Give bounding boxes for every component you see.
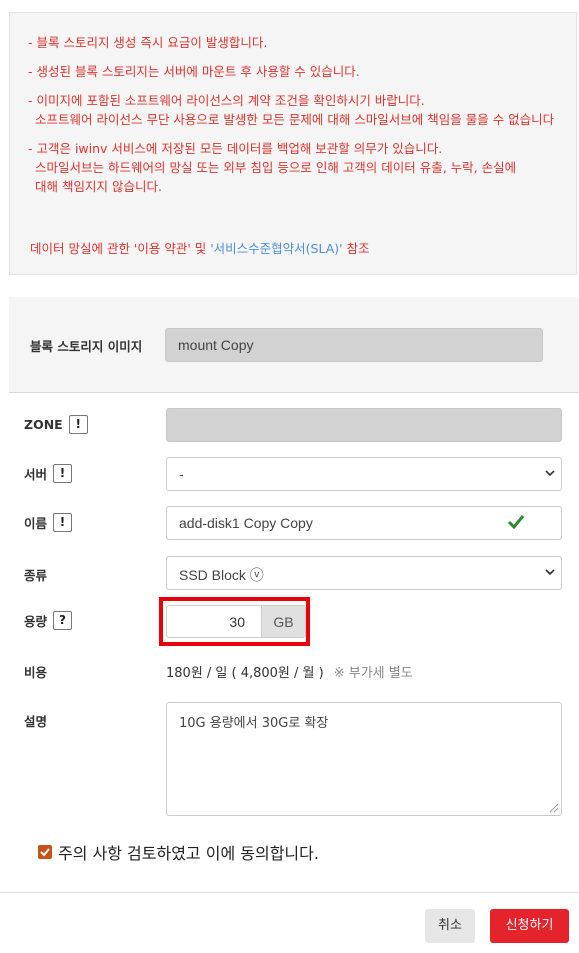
notice-line: - 블록 스토리지 생성 즉시 요금이 발생합니다. xyxy=(28,35,268,50)
footer-prefix: 데이터 망실에 관한 '이용 약관' 및 xyxy=(30,241,211,256)
storage-image-row: 블록 스토리지 이미지 mount Copy xyxy=(9,297,579,393)
notice-line: 대해 책임지지 않습니다. xyxy=(35,179,162,194)
capacity-unit: GB xyxy=(261,606,305,637)
name-label: 이름 xyxy=(24,516,48,531)
resize-grip-icon[interactable] xyxy=(549,803,559,813)
name-input[interactable]: add-disk1 Copy Copy xyxy=(166,506,562,540)
server-label: 서버 xyxy=(24,467,48,482)
description-textarea[interactable]: 10G 용량에서 30G로 확장 xyxy=(166,702,562,816)
name-input-value: add-disk1 Copy Copy xyxy=(179,515,313,531)
divider xyxy=(0,892,579,893)
server-info-icon[interactable]: ! xyxy=(53,464,73,483)
submit-button[interactable]: 신청하기 xyxy=(490,909,569,943)
notice-line: - 고객은 iwinv 서비스에 저장된 모든 데이터를 백업해 보관할 의무가… xyxy=(28,141,443,156)
type-select-value: SSD Block ⓥ xyxy=(179,567,264,583)
type-label-row: 종류 xyxy=(24,565,47,584)
footer-suffix: 참조 xyxy=(342,241,370,256)
notice-box: - 블록 스토리지 생성 즉시 요금이 발생합니다. - 생성된 블록 스토리지… xyxy=(9,12,577,275)
cost-value-row: 180원 / 일 ( 4,800원 / 월 ) ※ 부가세 별도 xyxy=(166,662,413,681)
agree-checkbox[interactable] xyxy=(38,845,52,859)
server-select-value: - xyxy=(179,466,184,482)
capacity-label-row: 용량 ? xyxy=(24,611,73,630)
cost-value: 180원 / 일 ( 4,800원 / 월 ) xyxy=(166,666,324,681)
zone-info-icon[interactable]: ! xyxy=(68,415,88,434)
zone-label-row: ZONE ! xyxy=(24,415,88,434)
notice-line: - 이미지에 포함된 소프트웨어 라이선스의 계약 조건을 확인하시기 바랍니다… xyxy=(28,93,425,108)
sla-link[interactable]: '서비스수준협약서(SLA)' xyxy=(210,241,342,256)
cost-label-row: 비용 xyxy=(24,662,47,681)
name-info-icon[interactable]: ! xyxy=(53,513,73,532)
vat-note: ※ 부가세 별도 xyxy=(333,666,413,681)
storage-image-label: 블록 스토리지 이미지 xyxy=(30,339,143,354)
notice-line: - 생성된 블록 스토리지는 서버에 마운트 후 사용할 수 있습니다. xyxy=(28,64,360,79)
description-text: 10G 용량에서 30G로 확장 xyxy=(179,716,329,731)
description-label: 설명 xyxy=(24,714,48,729)
storage-image-field: mount Copy xyxy=(165,328,543,362)
server-select[interactable]: - xyxy=(166,457,562,491)
notice-footer: 데이터 망실에 관한 '이용 약관' 및 '서비스수준협약서(SLA)' 참조 xyxy=(30,239,370,258)
cancel-button[interactable]: 취소 xyxy=(425,909,475,943)
description-label-row: 설명 xyxy=(24,711,47,730)
zone-label: ZONE xyxy=(24,417,63,432)
capacity-input[interactable]: 30 xyxy=(167,606,261,637)
type-label: 종류 xyxy=(24,568,48,583)
agree-label: 주의 사항 검토하였고 이에 동의합니다. xyxy=(58,844,319,863)
chevron-down-icon xyxy=(545,569,555,576)
capacity-input-group[interactable]: 30 GB xyxy=(166,605,306,638)
cost-label: 비용 xyxy=(24,665,48,680)
check-icon xyxy=(40,848,50,857)
notice-line: 스마일서브는 하드웨어의 망실 또는 외부 침입 등으로 인해 고객의 데이터 … xyxy=(35,160,517,175)
notice-line: 소프트웨어 라이선스 무단 사용으로 발생한 모든 문제에 대해 스마일서브에 … xyxy=(35,112,555,127)
capacity-label: 용량 xyxy=(24,614,48,629)
agree-row[interactable]: 주의 사항 검토하였고 이에 동의합니다. xyxy=(38,840,319,864)
checkmark-icon xyxy=(507,515,525,530)
server-label-row: 서버 ! xyxy=(24,464,73,483)
chevron-down-icon xyxy=(545,470,555,477)
type-select[interactable]: SSD Block ⓥ xyxy=(166,556,562,590)
capacity-help-icon[interactable]: ? xyxy=(53,611,73,630)
zone-field xyxy=(166,408,562,442)
name-label-row: 이름 ! xyxy=(24,513,73,532)
